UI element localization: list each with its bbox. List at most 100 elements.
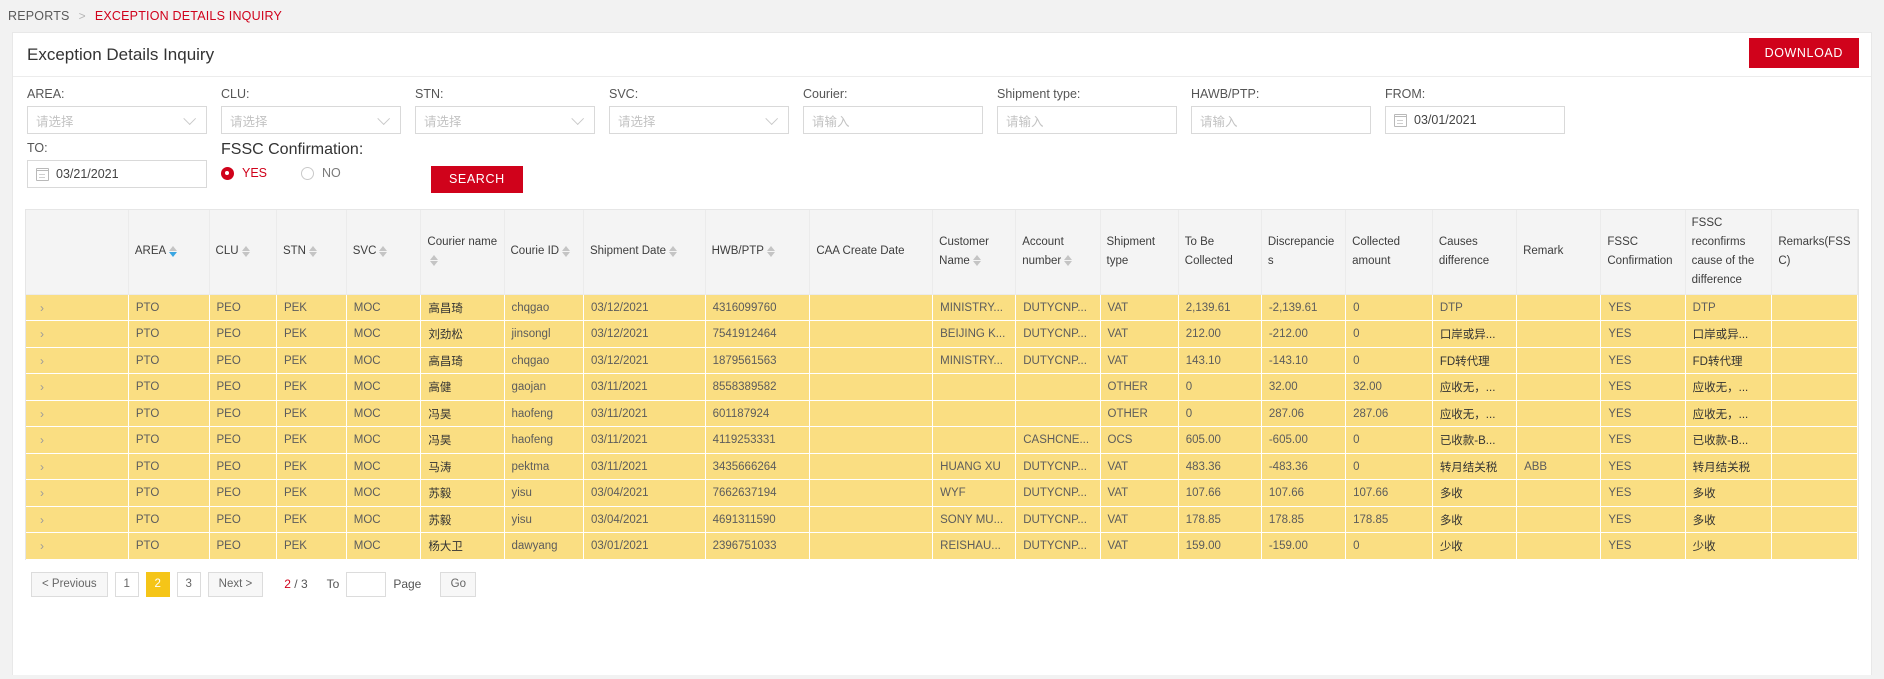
fssc-radio-group: YES NO bbox=[221, 159, 411, 187]
search-button[interactable]: SEARCH bbox=[431, 166, 523, 193]
column-header-hwb-ptp[interactable]: HWB/PTP bbox=[705, 210, 811, 295]
download-button[interactable]: DOWNLOAD bbox=[1748, 38, 1859, 68]
column-header-courier-name[interactable]: Courier name bbox=[420, 210, 505, 295]
title-row: Exception Details Inquiry DOWNLOAD bbox=[13, 33, 1871, 77]
column-header-clu[interactable]: CLU bbox=[209, 210, 277, 295]
courier-input-wrap[interactable]: 请输入 bbox=[803, 106, 983, 134]
table-cell bbox=[1516, 294, 1602, 322]
page-button-3[interactable]: 3 bbox=[176, 571, 201, 597]
table-row[interactable]: › PTO PEO PEK MOC 高昌琦 chqgao 03/12/2021 18795615… bbox=[26, 347, 1858, 375]
courier-placeholder: 请输入 bbox=[812, 114, 850, 129]
sort-arrows-icon[interactable] bbox=[669, 245, 678, 258]
table-row[interactable]: › PTO PEO PEK MOC 冯昊 haofeng 03/11/2021 41192533… bbox=[26, 426, 1858, 454]
table-cell: PTO bbox=[128, 347, 210, 375]
column-header-area[interactable]: AREA bbox=[128, 210, 210, 295]
column-header-customer-name[interactable]: Customer Name bbox=[932, 210, 1017, 295]
sort-arrows-icon[interactable] bbox=[766, 245, 775, 258]
field-to: TO: 03/21/2021 bbox=[27, 141, 207, 188]
total-pages-number: 3 bbox=[300, 577, 308, 592]
go-button[interactable]: Go bbox=[440, 571, 477, 597]
breadcrumb-current[interactable]: EXCEPTION DETAILS INQUIRY bbox=[95, 9, 282, 23]
table-row[interactable]: › PTO PEO PEK MOC 刘劲松 jinsongl 03/12/2021 754191… bbox=[26, 320, 1858, 348]
goto-page-input[interactable] bbox=[346, 571, 387, 597]
area-placeholder: 请选择 bbox=[36, 114, 74, 129]
row-expand-icon[interactable]: › bbox=[26, 426, 129, 454]
row-expand-icon[interactable]: › bbox=[26, 453, 129, 481]
sort-arrows-icon[interactable] bbox=[308, 245, 317, 258]
row-expand-icon[interactable]: › bbox=[26, 347, 129, 375]
table-row[interactable]: › PTO PEO PEK MOC 苏毅 yisu 03/04/2021 7662637194 W… bbox=[26, 479, 1858, 507]
table-cell: MINISTRY... bbox=[932, 347, 1017, 375]
from-date-picker[interactable]: 03/01/2021 bbox=[1385, 106, 1565, 134]
page-button-1[interactable]: 1 bbox=[114, 571, 139, 597]
page-indicator: 2 / 3 bbox=[284, 577, 307, 591]
column-header-shipment-date[interactable]: Shipment Date bbox=[583, 210, 706, 295]
column-header-label: Shipment Date bbox=[589, 245, 667, 258]
goto-to-label: To bbox=[326, 577, 340, 592]
sort-arrows-icon[interactable] bbox=[169, 245, 178, 258]
sort-arrows-icon[interactable] bbox=[430, 254, 439, 267]
table-cell: 0 bbox=[1345, 294, 1433, 322]
sort-arrows-icon[interactable] bbox=[379, 245, 388, 258]
column-header-stn[interactable]: STN bbox=[276, 210, 347, 295]
table-cell: PTO bbox=[128, 320, 210, 348]
sort-arrows-icon[interactable] bbox=[562, 245, 571, 258]
column-header-svc[interactable]: SVC bbox=[346, 210, 422, 295]
row-expand-icon[interactable]: › bbox=[26, 320, 129, 348]
table-cell: YES bbox=[1600, 453, 1686, 481]
previous-page-button[interactable]: < Previous bbox=[31, 571, 108, 597]
table-cell: MOC bbox=[346, 426, 422, 454]
clu-placeholder: 请选择 bbox=[230, 114, 268, 129]
table-cell: 转月结关税 bbox=[1432, 453, 1518, 481]
calendar-icon bbox=[35, 167, 50, 181]
row-expand-icon[interactable]: › bbox=[26, 400, 129, 428]
table-row[interactable]: › PTO PEO PEK MOC 冯昊 haofeng 03/11/2021 60118792… bbox=[26, 400, 1858, 428]
table-cell bbox=[1771, 426, 1858, 454]
column-header-label: Courier name bbox=[427, 235, 498, 248]
table-cell: yisu bbox=[504, 479, 584, 507]
area-select[interactable]: 请选择 bbox=[27, 106, 207, 134]
row-expand-icon[interactable]: › bbox=[26, 506, 129, 534]
stn-select[interactable]: 请选择 bbox=[415, 106, 595, 134]
table-cell: YES bbox=[1600, 373, 1686, 401]
table-cell bbox=[1771, 453, 1858, 481]
row-expand-icon[interactable]: › bbox=[26, 479, 129, 507]
table-cell: 159.00 bbox=[1178, 532, 1262, 560]
table-row[interactable]: › PTO PEO PEK MOC 苏毅 yisu 03/04/2021 4691311590 S… bbox=[26, 506, 1858, 534]
to-date-picker[interactable]: 03/21/2021 bbox=[27, 160, 207, 188]
sort-arrows-icon[interactable] bbox=[1064, 254, 1073, 267]
svc-select[interactable]: 请选择 bbox=[609, 106, 789, 134]
breadcrumb-root[interactable]: REPORTS bbox=[8, 9, 70, 23]
column-header-label: AREA bbox=[134, 245, 167, 258]
hawb-ptp-input-wrap[interactable]: 请输入 bbox=[1191, 106, 1371, 134]
page-button-2[interactable]: 2 bbox=[145, 571, 170, 597]
table-row[interactable]: › PTO PEO PEK MOC 杨大卫 dawyang 03/01/2021 2396751… bbox=[26, 532, 1858, 560]
calendar-icon bbox=[1393, 113, 1408, 127]
table-cell: 32.00 bbox=[1345, 373, 1433, 401]
table-cell bbox=[809, 453, 934, 481]
fssc-radio-yes[interactable]: YES bbox=[221, 166, 267, 180]
column-header-collected-amount: Collected amount bbox=[1345, 210, 1433, 295]
shipment-type-input-wrap[interactable]: 请输入 bbox=[997, 106, 1177, 134]
table-row[interactable]: › PTO PEO PEK MOC 高健 gaojan 03/11/2021 855838958… bbox=[26, 373, 1858, 401]
row-expand-icon[interactable]: › bbox=[26, 373, 129, 401]
table-cell: chqgao bbox=[504, 347, 584, 375]
column-header-courie-id[interactable]: Courie ID bbox=[504, 210, 584, 295]
sort-arrows-icon[interactable] bbox=[241, 245, 250, 258]
column-header-account-number[interactable]: Account number bbox=[1015, 210, 1101, 295]
table-cell: DTP bbox=[1685, 294, 1773, 322]
row-expand-icon[interactable]: › bbox=[26, 294, 129, 322]
table-cell: 03/01/2021 bbox=[583, 532, 706, 560]
row-expand-icon[interactable]: › bbox=[26, 532, 129, 560]
table-cell: YES bbox=[1600, 426, 1686, 454]
table-row[interactable]: › PTO PEO PEK MOC 马涛 pektma 03/11/2021 343566626… bbox=[26, 453, 1858, 481]
sort-arrows-icon[interactable] bbox=[972, 254, 981, 267]
clu-select[interactable]: 请选择 bbox=[221, 106, 401, 134]
fssc-radio-no[interactable]: NO bbox=[301, 166, 341, 180]
current-page-number: 2 bbox=[284, 577, 291, 592]
field-courier: Courier: 请输入 bbox=[803, 87, 983, 134]
table-cell: OCS bbox=[1100, 426, 1179, 454]
table-row[interactable]: › PTO PEO PEK MOC 高昌琦 chqgao 03/12/2021 43160997… bbox=[26, 294, 1858, 322]
next-page-button[interactable]: Next > bbox=[207, 571, 264, 597]
table-cell: VAT bbox=[1100, 347, 1179, 375]
